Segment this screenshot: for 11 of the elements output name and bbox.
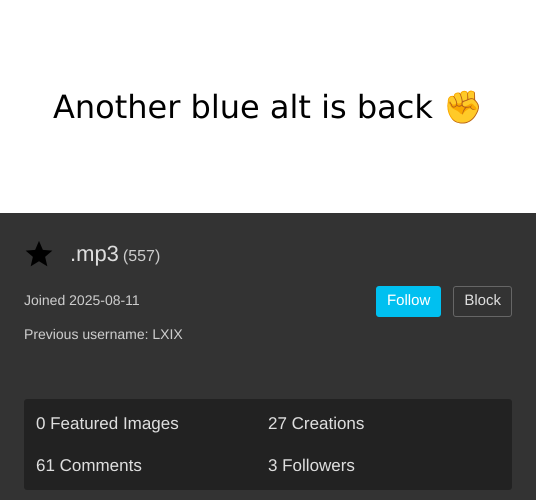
joined-date: Joined 2025-08-11 [24, 291, 141, 310]
username: .mp3 [70, 240, 119, 268]
stat-text: 27 Creations [268, 413, 366, 435]
star-icon [24, 238, 54, 268]
stat-text: 3 Followers [268, 454, 356, 476]
stat-text: 0 Featured Images [36, 413, 180, 435]
points-count: (557) [122, 247, 160, 267]
meme-caption: Another blue alt is back ✊ [52, 86, 484, 128]
block-button[interactable]: Block [453, 286, 512, 317]
previous-username: Previous username: LXIX [24, 325, 183, 344]
stat-text: 61 Comments [36, 454, 143, 476]
